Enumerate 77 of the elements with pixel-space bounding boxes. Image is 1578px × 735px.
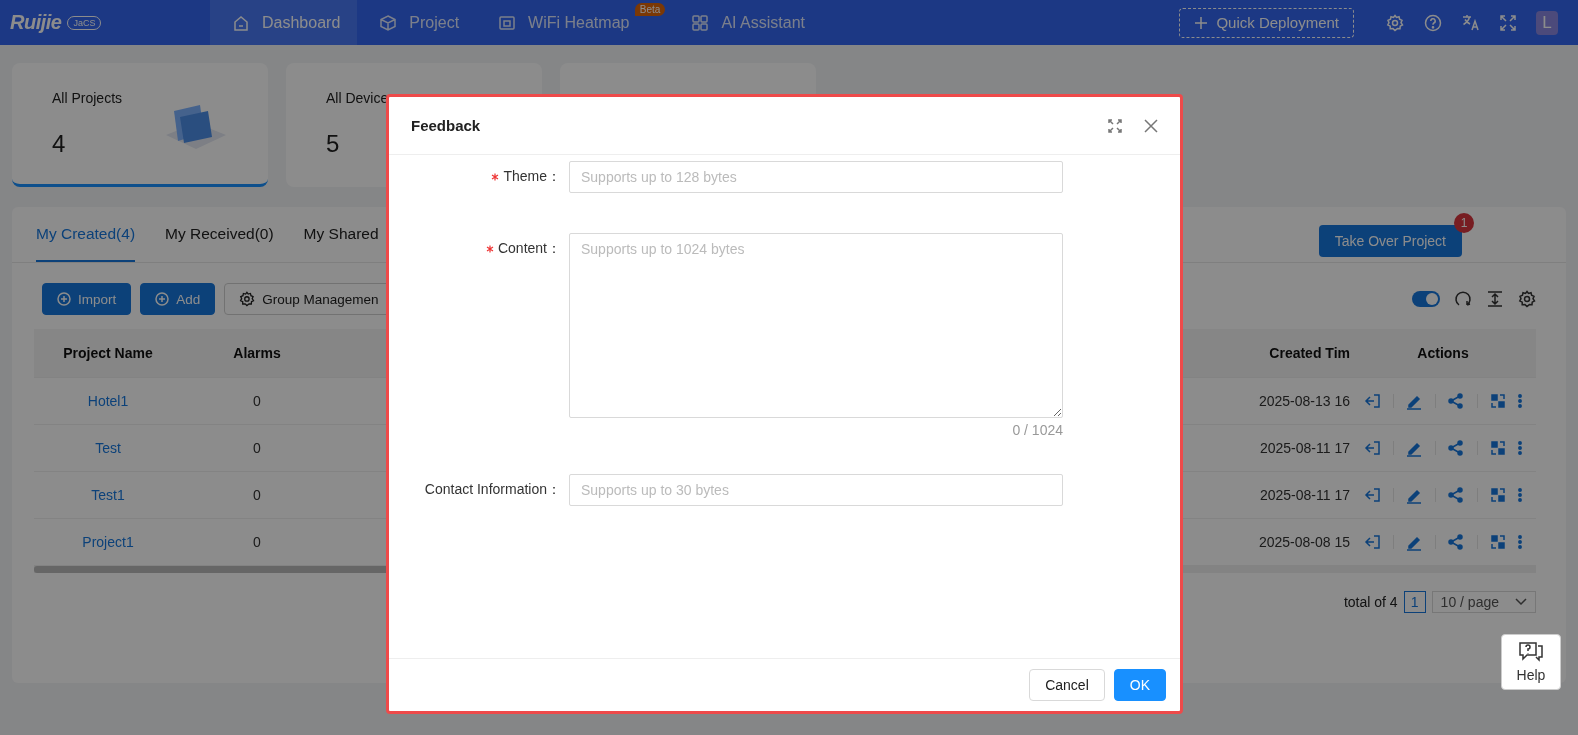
project-name-link[interactable]: Test xyxy=(34,425,182,472)
column-header: Project Name xyxy=(34,329,182,378)
page-number[interactable]: 1 xyxy=(1403,591,1426,613)
share-icon[interactable] xyxy=(1447,533,1466,551)
swap-icon[interactable] xyxy=(1488,392,1507,410)
enter-icon[interactable] xyxy=(1363,533,1382,551)
swap-icon[interactable] xyxy=(1488,533,1507,551)
plus-icon xyxy=(1194,15,1209,30)
stat-label: All Projects xyxy=(52,90,124,106)
nav-tab[interactable]: WiFi Heatmap Beta xyxy=(476,0,670,45)
chevron-down-icon xyxy=(1515,598,1527,606)
more-icon[interactable] xyxy=(1518,440,1523,456)
character-counter: 0 / 1024 xyxy=(1012,422,1063,438)
settings-icon[interactable] xyxy=(1518,290,1536,308)
nav-tab[interactable]: Project xyxy=(357,0,477,45)
column-header: Alarms xyxy=(182,329,332,378)
translate-icon[interactable] xyxy=(1462,13,1480,32)
help-button[interactable]: Help xyxy=(1501,634,1561,690)
table-cell: 0 xyxy=(182,425,332,472)
question-chat-icon xyxy=(1518,641,1544,663)
project-name-link[interactable]: Hotel1 xyxy=(34,378,182,425)
swap-icon[interactable] xyxy=(1488,486,1507,504)
fullscreen-icon[interactable] xyxy=(1108,118,1122,133)
refresh-icon[interactable] xyxy=(1454,290,1472,308)
take-over-project-button[interactable]: Take Over Project xyxy=(1318,224,1462,257)
ownership-tab[interactable]: My Shared xyxy=(303,224,379,262)
row-height-icon[interactable] xyxy=(1486,290,1504,308)
grid-icon xyxy=(691,13,710,32)
beta-badge: Beta xyxy=(634,3,666,16)
stat-card[interactable]: All Projects 4 xyxy=(12,63,268,187)
share-icon[interactable] xyxy=(1447,392,1466,410)
more-icon[interactable] xyxy=(1518,393,1523,409)
count-badge: 1 xyxy=(1454,212,1474,233)
dialog-title: Feedback xyxy=(411,117,481,134)
logo-text: Ruijie xyxy=(10,11,62,34)
screen-icon xyxy=(498,13,517,32)
stat-value: 5 xyxy=(326,130,340,158)
nav-tab[interactable]: Dashboard xyxy=(210,0,358,45)
toggle-switch[interactable] xyxy=(1412,291,1440,307)
close-icon[interactable] xyxy=(1144,118,1158,133)
nav-tab[interactable]: AI Assistant xyxy=(669,0,823,45)
share-icon[interactable] xyxy=(1447,439,1466,457)
input-field[interactable]: Supports up to 128 bytes xyxy=(569,161,1063,193)
toolbar-button[interactable]: Import xyxy=(42,283,132,315)
ownership-tab[interactable]: My Received(0) xyxy=(165,224,274,262)
project-name-link[interactable]: Test1 xyxy=(34,472,182,519)
table-cell: 0 xyxy=(182,472,332,519)
settings-icon xyxy=(239,291,256,307)
ok-button[interactable]: OK xyxy=(1113,669,1166,701)
ownership-tab[interactable]: My Created(4) xyxy=(36,224,136,262)
home-icon xyxy=(232,13,250,32)
stat-value: 4 xyxy=(52,130,66,158)
quick-deployment-button[interactable]: Quick Deployment xyxy=(1179,7,1354,38)
add-circle-icon xyxy=(155,292,170,306)
column-header: Actions xyxy=(1350,329,1536,378)
stat-label: All Device xyxy=(326,90,390,106)
field-label: Content： xyxy=(497,240,561,258)
cancel-button[interactable]: Cancel xyxy=(1029,669,1105,701)
toolbar-button[interactable]: Add xyxy=(140,283,216,315)
enter-icon[interactable] xyxy=(1363,486,1382,504)
enter-icon[interactable] xyxy=(1363,392,1382,410)
input-field[interactable]: Supports up to 30 bytes xyxy=(569,474,1063,506)
swap-icon[interactable] xyxy=(1488,439,1507,457)
help-icon[interactable] xyxy=(1424,13,1442,32)
field-label: Contact Information： xyxy=(424,481,561,499)
total-count: total of 4 xyxy=(1343,594,1398,610)
column-header: Created Tim xyxy=(1182,329,1350,378)
user-avatar[interactable]: L xyxy=(1536,10,1558,35)
add-circle-icon xyxy=(57,292,71,306)
table-cell: 0 xyxy=(182,378,332,425)
content-textarea[interactable]: Supports up to 1024 bytes xyxy=(569,233,1063,418)
cube-icon xyxy=(379,13,398,32)
more-icon[interactable] xyxy=(1518,487,1523,503)
more-icon[interactable] xyxy=(1518,534,1523,550)
enter-icon[interactable] xyxy=(1363,439,1382,457)
share-icon[interactable] xyxy=(1447,486,1466,504)
page-size-select[interactable]: 10 / page xyxy=(1431,591,1536,613)
